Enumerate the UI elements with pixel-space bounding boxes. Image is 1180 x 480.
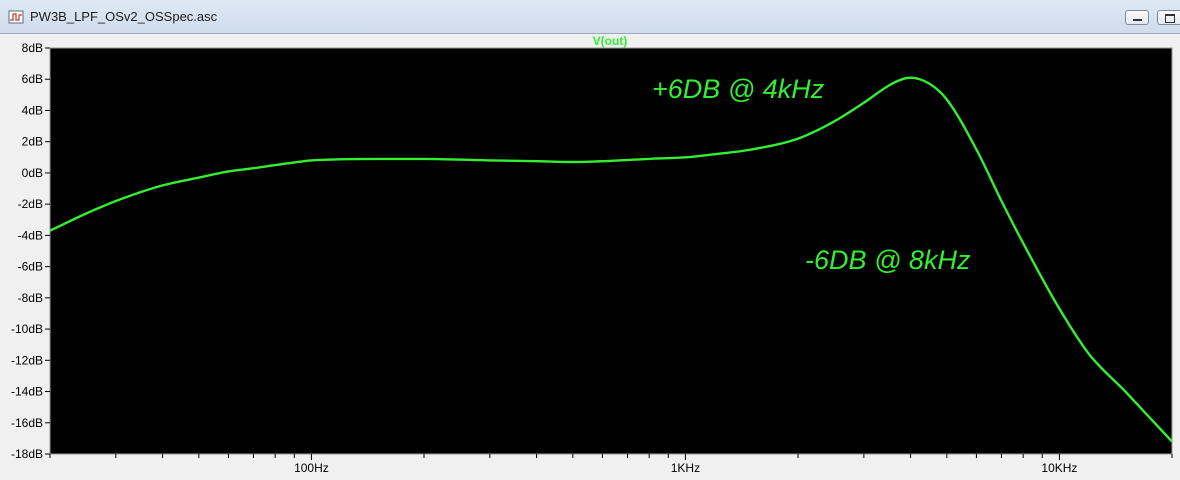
x-tick-label: 1KHz — [671, 461, 700, 475]
y-tick-label: -16dB — [11, 416, 43, 430]
y-tick-label: -6dB — [18, 260, 43, 274]
waveform-plot[interactable]: 8dB 6dB 4dB 2dB 0dB -2dB -4dB -6dB -8dB -10dB -12d… — [0, 34, 1180, 480]
y-tick-label: -14dB — [11, 385, 43, 399]
trace-label[interactable]: V(out) — [593, 34, 628, 48]
x-axis: 100Hz 1KHz 10KHz — [49, 454, 1173, 475]
minimize-button[interactable] — [1125, 10, 1149, 25]
y-tick-label: 0dB — [22, 166, 43, 180]
title-bar[interactable]: PW3B_LPF_OSv2_OSSpec.asc — [0, 0, 1180, 34]
plot-area[interactable] — [49, 47, 1173, 455]
annotation-rolloff: -6DB @ 8kHz — [805, 245, 971, 275]
schematic-icon — [8, 10, 24, 24]
y-tick-label: 8dB — [22, 41, 43, 55]
y-tick-label: -2dB — [18, 197, 43, 211]
x-tick-label: 10KHz — [1041, 461, 1077, 475]
x-tick-label: 100Hz — [294, 461, 329, 475]
window-title: PW3B_LPF_OSv2_OSSpec.asc — [30, 9, 218, 24]
maximize-icon — [1165, 14, 1175, 23]
y-tick-label: 4dB — [22, 103, 43, 117]
annotation-peak: +6DB @ 4kHz — [652, 74, 825, 104]
maximize-button[interactable] — [1157, 10, 1180, 25]
app-window: PW3B_LPF_OSv2_OSSpec.asc 8dB 6dB 4dB 2dB 0dB… — [0, 0, 1180, 480]
y-tick-label: -4dB — [18, 228, 43, 242]
minimize-icon — [1133, 19, 1142, 21]
y-tick-label: 6dB — [22, 72, 43, 86]
y-tick-label: 2dB — [22, 135, 43, 149]
y-tick-label: -12dB — [11, 353, 43, 367]
y-tick-label: -10dB — [11, 322, 43, 336]
y-tick-label: -8dB — [18, 291, 43, 305]
y-axis: 8dB 6dB 4dB 2dB 0dB -2dB -4dB -6dB -8dB -10dB -12d… — [11, 41, 50, 461]
y-tick-label: -18dB — [11, 447, 43, 461]
